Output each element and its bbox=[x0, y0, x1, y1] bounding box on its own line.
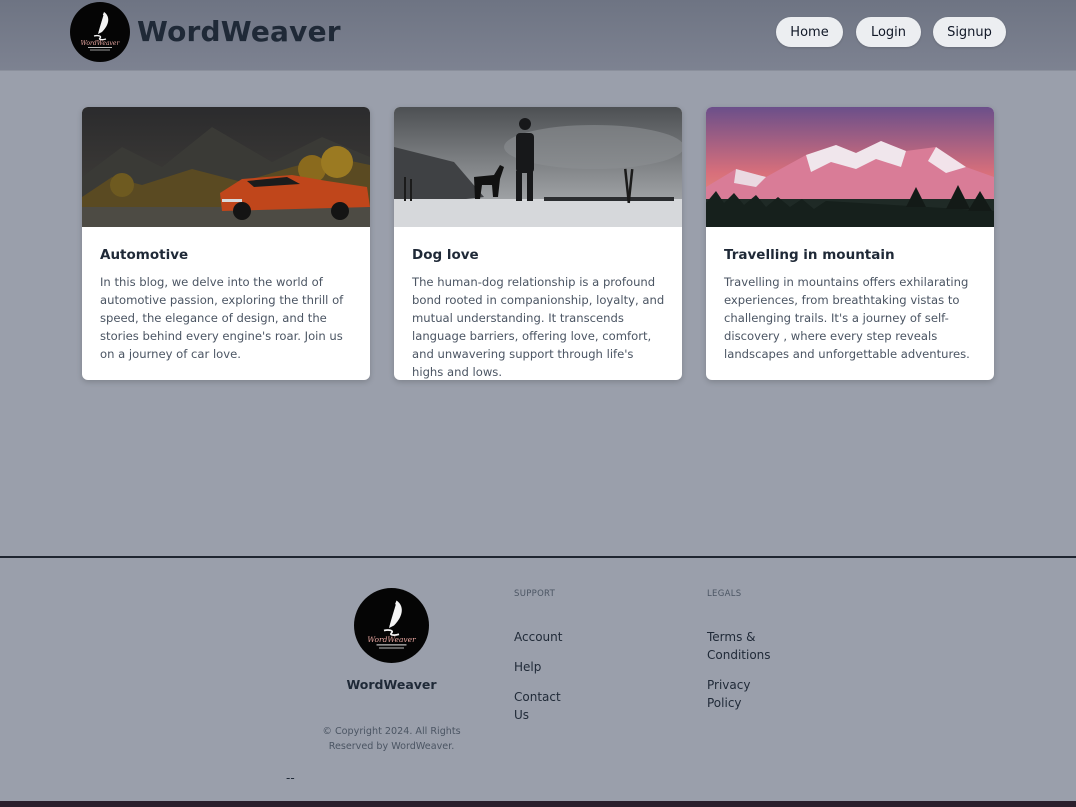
card-title[interactable]: Dog love bbox=[412, 247, 667, 263]
card-description: Travelling in mountains offers exhilarat… bbox=[724, 275, 970, 361]
nav-home-button[interactable]: Home bbox=[776, 17, 843, 47]
quill-logo-icon: WordWeaver bbox=[367, 600, 416, 649]
svg-text:WordWeaver: WordWeaver bbox=[367, 635, 416, 644]
blog-card-travelling-mountain[interactable]: Travelling in mountain Travelling in mou… bbox=[706, 107, 994, 380]
footer-link-account[interactable]: Account bbox=[514, 628, 562, 646]
footer-link-help[interactable]: Help bbox=[514, 658, 541, 676]
footer-link-privacy-policy[interactable]: Privacy Policy bbox=[707, 676, 757, 712]
card-title[interactable]: Automotive bbox=[100, 247, 355, 263]
footer-link-contact-us[interactable]: Contact Us bbox=[514, 688, 564, 724]
card-image-mountain bbox=[706, 107, 994, 227]
site-logo[interactable]: WordWeaver bbox=[70, 2, 130, 62]
footer-brand: WordWeaver bbox=[346, 677, 437, 692]
copyright-text: © Copyright 2024. All Rights Reserved by… bbox=[322, 726, 461, 752]
card-image-car bbox=[82, 107, 370, 227]
footer-divider bbox=[0, 556, 1076, 558]
site-brand[interactable]: WordWeaver bbox=[137, 15, 341, 48]
quill-logo-icon: WordWeaver bbox=[81, 12, 121, 51]
nav-signup-button[interactable]: Signup bbox=[933, 17, 1006, 47]
card-description: In this blog, we delve into the world of… bbox=[100, 275, 344, 361]
footer-link-terms[interactable]: Terms & Conditions bbox=[707, 628, 779, 664]
blog-card-dog-love[interactable]: Dog love The human-dog relationship is a… bbox=[394, 107, 682, 380]
legals-heading: LEGALS bbox=[707, 589, 742, 599]
bottom-bar bbox=[0, 801, 1076, 807]
card-image-dog bbox=[394, 107, 682, 227]
card-description: The human-dog relationship is a profound… bbox=[412, 275, 665, 379]
nav-login-button[interactable]: Login bbox=[856, 17, 921, 47]
site-header: WordWeaver WordWeaver Home Login Signup bbox=[0, 0, 1076, 71]
trailing-text: -- bbox=[286, 771, 295, 785]
footer-logo[interactable]: WordWeaver bbox=[354, 588, 429, 663]
card-title[interactable]: Travelling in mountain bbox=[724, 247, 979, 263]
support-heading: SUPPORT bbox=[514, 589, 556, 599]
blog-card-automotive[interactable]: Automotive In this blog, we delve into t… bbox=[82, 107, 370, 380]
svg-text:WordWeaver: WordWeaver bbox=[81, 40, 121, 47]
